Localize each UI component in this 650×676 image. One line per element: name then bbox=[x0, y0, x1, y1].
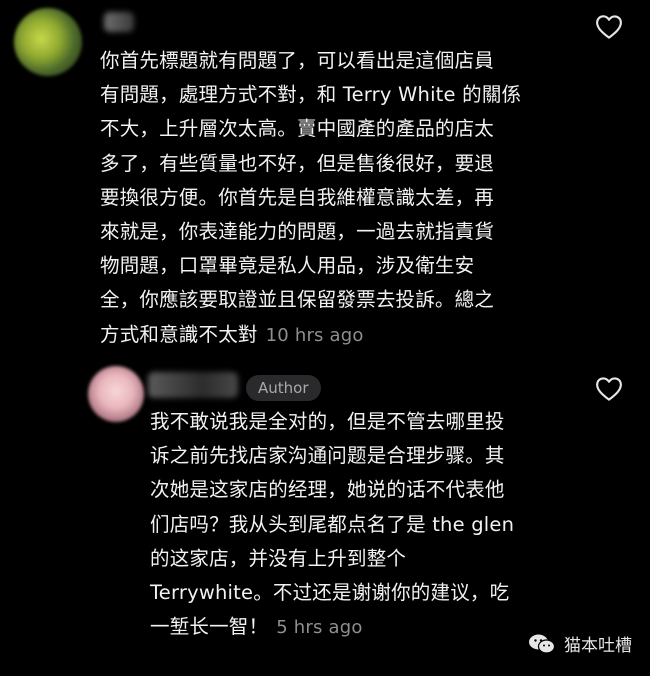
comment-body: 你首先標題就有問題了，可以看出是這個店員 有問題，處理方式不對，和 Terry … bbox=[100, 44, 580, 353]
wechat-icon bbox=[529, 634, 556, 654]
comment-text: 你首先標題就有問題了，可以看出是這個店員 有問題，處理方式不對，和 Terry … bbox=[100, 49, 522, 346]
like-heart-icon[interactable] bbox=[594, 374, 624, 404]
comment-timestamp: 10 hrs ago bbox=[265, 324, 364, 346]
like-heart-icon[interactable] bbox=[594, 12, 624, 42]
author-avatar[interactable] bbox=[88, 366, 144, 422]
reply-body: 我不敢说我是全对的，但是不管去哪里投 诉之前先找店家沟通问题是合理步骤。其 次她… bbox=[150, 405, 570, 645]
watermark-label: 猫本吐槽 bbox=[564, 636, 632, 656]
commenter-avatar[interactable] bbox=[14, 8, 82, 76]
watermark: 猫本吐槽 bbox=[528, 631, 632, 656]
author-name-redacted bbox=[148, 372, 238, 398]
reply-text: 我不敢说我是全对的，但是不管去哪里投 诉之前先找店家沟通问题是合理步骤。其 次她… bbox=[150, 410, 515, 639]
author-badge: Author bbox=[246, 375, 321, 401]
commenter-name-redacted bbox=[104, 12, 134, 32]
reply-timestamp: 5 hrs ago bbox=[276, 617, 363, 639]
